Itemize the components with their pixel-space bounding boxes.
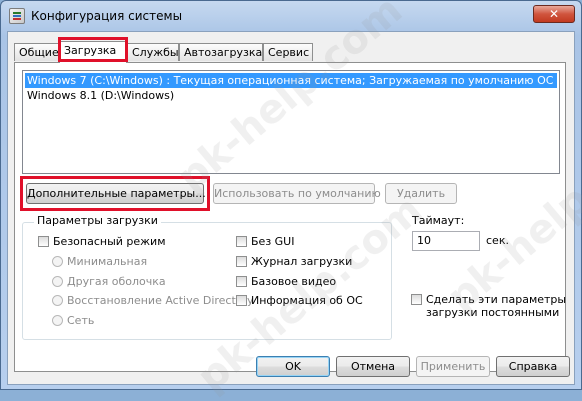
tab-tools[interactable]: Сервис	[263, 43, 313, 61]
timeout-label: Таймаут:	[412, 214, 465, 227]
timeout-unit: сек.	[486, 234, 509, 247]
radio-ad-repair[interactable]: Восстановление Active Directory	[52, 294, 254, 308]
radio-minimal[interactable]: Минимальная	[52, 255, 147, 269]
close-button[interactable]: ✕	[533, 5, 575, 23]
msconfig-icon	[9, 8, 25, 24]
window-title: Конфигурация системы	[31, 9, 183, 23]
no-gui-checkbox[interactable]: Без GUI	[236, 235, 294, 249]
radio-alternate-shell[interactable]: Другая оболочка	[52, 275, 166, 289]
safe-boot-checkbox[interactable]: Безопасный режим	[38, 235, 166, 249]
radio-network[interactable]: Сеть	[52, 314, 94, 328]
timeout-input[interactable]: 10	[412, 231, 480, 251]
cancel-button[interactable]: Отмена	[336, 356, 410, 377]
os-list[interactable]: Windows 7 (C:\Windows) : Текущая операци…	[22, 70, 560, 174]
checkbox-box[interactable]	[236, 295, 247, 306]
help-button[interactable]: Справка	[496, 356, 570, 377]
base-video-checkbox[interactable]: Базовое видео	[236, 275, 336, 289]
os-list-item-windows81[interactable]: Windows 8.1 (D:\Windows)	[25, 88, 174, 103]
tab-services[interactable]: Службы	[127, 43, 179, 61]
radio-dot[interactable]	[52, 276, 63, 287]
make-permanent-label-line2: загрузки постоянными	[426, 306, 560, 319]
checkbox-box[interactable]	[411, 294, 422, 305]
os-list-item-windows7[interactable]: Windows 7 (C:\Windows) : Текущая операци…	[25, 73, 557, 88]
checkbox-box[interactable]	[236, 256, 247, 267]
set-default-button[interactable]: Использовать по умолчанию	[213, 183, 381, 204]
ok-button[interactable]: OK	[256, 356, 330, 377]
radio-dot[interactable]	[52, 256, 63, 267]
checkbox-box[interactable]	[38, 236, 49, 247]
make-permanent-checkbox[interactable]: Сделать эти параметры	[411, 293, 566, 307]
os-info-checkbox[interactable]: Информация об ОС	[236, 294, 363, 308]
apply-button[interactable]: Применить	[416, 356, 490, 377]
boot-log-checkbox[interactable]: Журнал загрузки	[236, 255, 352, 269]
tab-general[interactable]: Общие	[14, 43, 59, 61]
tab-boot[interactable]: Загрузка	[59, 41, 127, 63]
dialog-window: Конфигурация системы ✕ Общие Загрузка Сл…	[0, 0, 582, 401]
radio-dot[interactable]	[52, 295, 63, 306]
radio-dot[interactable]	[52, 315, 63, 326]
advanced-options-button[interactable]: Дополнительные параметры...	[26, 183, 206, 204]
delete-button[interactable]: Удалить	[385, 183, 457, 204]
checkbox-box[interactable]	[236, 236, 247, 247]
tab-startup[interactable]: Автозагрузка	[179, 43, 263, 61]
dialog-client: Общие Загрузка Службы Автозагрузка Серви…	[7, 31, 575, 385]
title-bar[interactable]: Конфигурация системы ✕	[1, 1, 581, 31]
checkbox-box[interactable]	[236, 276, 247, 287]
boot-options-title: Параметры загрузки	[34, 214, 161, 227]
